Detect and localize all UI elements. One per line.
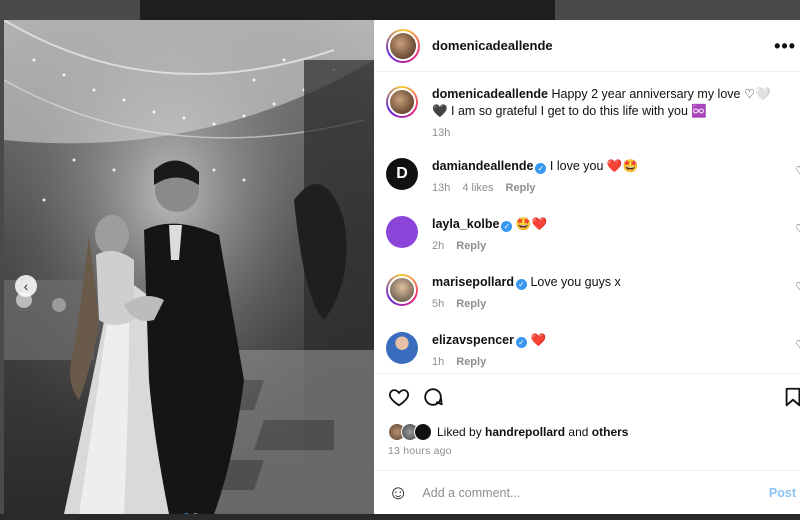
commenter-avatar[interactable]: D [386,158,418,190]
backdrop-strip [0,514,800,520]
author-avatar[interactable] [386,28,420,63]
add-comment-input[interactable] [422,486,743,500]
comment-item: marisepollard ✓ Love you guys x 5h Reply … [386,274,800,313]
caption-username[interactable]: domenicadeallende [432,87,548,101]
verified-badge-icon: ✓ [516,337,527,348]
post-comment-button[interactable]: Post [769,486,796,500]
wedding-photo-illustration [4,20,374,514]
bookmark-save-icon[interactable] [782,386,800,408]
comment-time: 1h [432,356,445,368]
carousel-previous-button[interactable]: ‹ [15,275,37,297]
comment-text: ❤️ [530,333,547,347]
commenter-avatar[interactable] [386,274,418,306]
like-heart-icon[interactable] [388,386,410,408]
carousel-dot-active [184,513,189,514]
comment-time: 5h [432,298,445,310]
comment-username[interactable]: marisepollard [432,275,514,289]
comment-username[interactable]: layla_kolbe [432,217,499,231]
comment-like-heart-icon[interactable]: ♡ [795,164,800,178]
caption-time: 13h [432,127,451,139]
post-side-panel: domenicadeallende ••• domenicadeallende … [374,20,800,514]
post-header: domenicadeallende ••• [374,20,800,72]
liker-avatar[interactable] [414,423,432,441]
verified-badge-icon: ✓ [535,163,547,174]
comment-username[interactable]: elizavspencer [432,333,514,347]
post-actions-section: Liked by handrepollard and others 13 hou… [374,373,800,514]
action-icons-row [386,386,800,412]
caption-item: domenicadeallende Happy 2 year anniversa… [386,86,800,142]
reply-button[interactable]: Reply [456,296,486,313]
comment-time: 13h [432,182,451,194]
comment-bubble-icon[interactable] [422,386,444,408]
comment-username[interactable]: damiandeallende [432,159,533,173]
chevron-left-icon: ‹ [23,278,29,294]
verified-badge-icon: ✓ [501,221,513,232]
commenter-avatar[interactable] [386,216,418,248]
liked-by-prefix: Liked by [437,425,482,439]
comments-list: domenicadeallende Happy 2 year anniversa… [374,72,800,390]
comment-likes[interactable]: 4 likes [462,180,493,197]
comment-like-heart-icon[interactable]: ♡ [795,222,800,236]
post-photo: ‹ [4,20,374,514]
commenter-avatar[interactable] [386,332,418,364]
carousel-dot [193,513,198,514]
reply-button[interactable]: Reply [456,238,486,255]
caption-avatar[interactable] [386,86,418,118]
comment-time: 2h [432,240,445,252]
verified-badge-icon: ✓ [515,279,527,290]
liked-by-others[interactable]: others [592,425,629,439]
liked-by-user[interactable]: handrepollard [485,425,565,439]
more-options-icon[interactable]: ••• [774,36,796,57]
carousel-dots [184,513,198,514]
comment-text: Love you guys x [530,275,621,289]
comment-composer: ☺ Post [374,470,800,514]
liked-by-summary: Liked by handrepollard and others [388,423,628,441]
liked-by-and: and [568,425,589,439]
author-username[interactable]: domenicadeallende [432,38,553,53]
comment-item: D damiandeallende ✓ I love you ❤️🤩 13h 4 … [386,158,800,197]
comment-text: I love you ❤️🤩 [549,159,639,173]
comment-like-heart-icon[interactable]: ♡ [795,280,800,294]
comment-item: elizavspencer✓ ❤️ 1h Reply ♡ [386,332,800,371]
reply-button[interactable]: Reply [506,180,536,197]
emoji-picker-icon[interactable]: ☺ [388,482,408,505]
comment-like-heart-icon[interactable]: ♡ [795,338,800,352]
reply-button[interactable]: Reply [456,354,486,371]
comment-item: layla_kolbe✓ 🤩❤️ 2h Reply ♡ [386,216,800,255]
backdrop-strip [140,0,555,20]
comment-text: 🤩❤️ [515,217,548,231]
post-time-ago: 13 hours ago [388,445,452,457]
